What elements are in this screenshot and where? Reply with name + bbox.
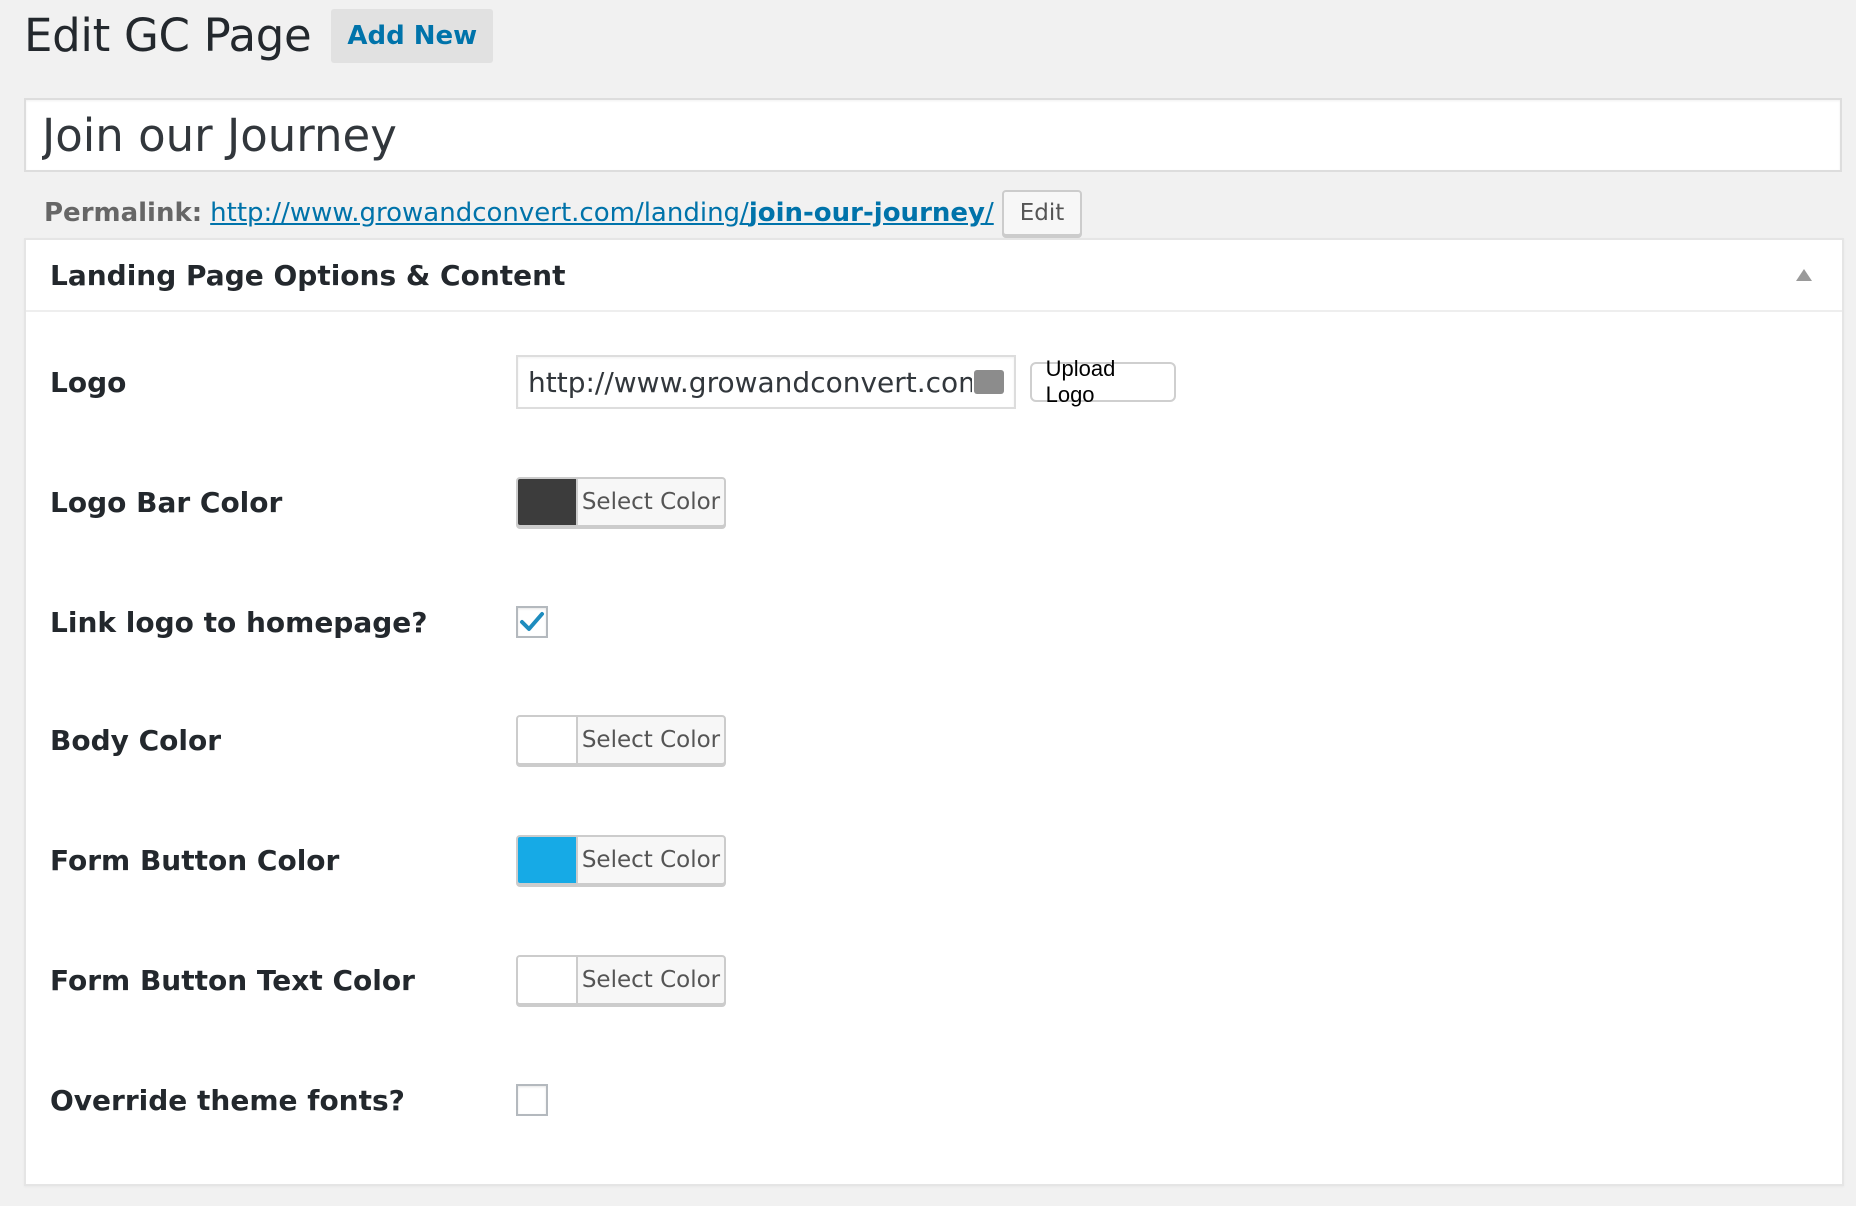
permalink-label: Permalink: <box>44 198 203 228</box>
select-color-label: Select Color <box>581 727 721 753</box>
logo-label: Logo <box>50 365 127 399</box>
triangle-up-icon[interactable] <box>1792 263 1816 287</box>
permalink-slug: join-our-journey <box>748 198 985 228</box>
select-color-label: Select Color <box>581 489 721 515</box>
add-new-button[interactable]: Add New <box>331 9 494 63</box>
form-button-text-color-label: Form Button Text Color <box>50 963 415 997</box>
override-fonts-control <box>516 1084 548 1116</box>
permalink-trailing-slash: / <box>984 198 994 228</box>
logo-control: http://www.growandconvert.com/wp-co Uplo… <box>516 355 1176 409</box>
logo-bar-color-control: Select Color <box>516 477 726 527</box>
override-fonts-checkbox[interactable] <box>516 1084 548 1116</box>
page-heading: Edit GC Page Add New <box>24 6 494 66</box>
metabox-header[interactable]: Landing Page Options & Content <box>26 240 1842 312</box>
autofill-icon <box>973 370 1004 394</box>
logo-bar-color-swatch <box>518 479 578 525</box>
override-fonts-label: Override theme fonts? <box>50 1083 405 1117</box>
permalink-link[interactable]: http://www.growandconvert.com/landing/jo… <box>210 198 994 228</box>
permalink-edit-button[interactable]: Edit <box>1001 190 1083 236</box>
body-color-swatch <box>518 717 578 763</box>
checkmark-icon <box>520 612 544 631</box>
logo-bar-color-picker[interactable]: Select Color <box>516 477 726 527</box>
logo-url-value: http://www.growandconvert.com/wp-co <box>528 365 972 399</box>
permalink-base-url: http://www.growandconvert.com/landing/ <box>210 198 749 228</box>
link-logo-control <box>516 606 548 638</box>
form-button-color-control: Select Color <box>516 835 726 885</box>
landing-page-options-metabox: Landing Page Options & Content Logo http… <box>24 238 1844 1186</box>
form-button-color-swatch <box>518 837 578 883</box>
upload-logo-button[interactable]: Upload Logo <box>1029 356 1176 407</box>
link-logo-label: Link logo to homepage? <box>50 605 428 639</box>
metabox-title: Landing Page Options & Content <box>50 258 566 292</box>
form-button-text-color-control: Select Color <box>516 955 726 1005</box>
form-button-text-color-picker[interactable]: Select Color <box>516 955 726 1005</box>
post-title-input[interactable] <box>26 100 1840 170</box>
permalink-row: Permalink: http://www.growandconvert.com… <box>44 188 1083 238</box>
page-title: Edit GC Page <box>24 9 312 62</box>
body-color-picker[interactable]: Select Color <box>516 715 726 765</box>
post-title-field[interactable] <box>24 98 1842 172</box>
logo-bar-color-label: Logo Bar Color <box>50 485 283 519</box>
form-button-color-label: Form Button Color <box>50 843 340 877</box>
form-button-color-picker[interactable]: Select Color <box>516 835 726 885</box>
body-color-label: Body Color <box>50 723 222 757</box>
logo-url-input[interactable]: http://www.growandconvert.com/wp-co <box>516 355 1016 409</box>
select-color-label: Select Color <box>581 847 721 873</box>
body-color-control: Select Color <box>516 715 726 765</box>
link-logo-checkbox[interactable] <box>516 606 548 638</box>
select-color-label: Select Color <box>581 967 721 993</box>
form-button-text-color-swatch <box>518 957 578 1003</box>
